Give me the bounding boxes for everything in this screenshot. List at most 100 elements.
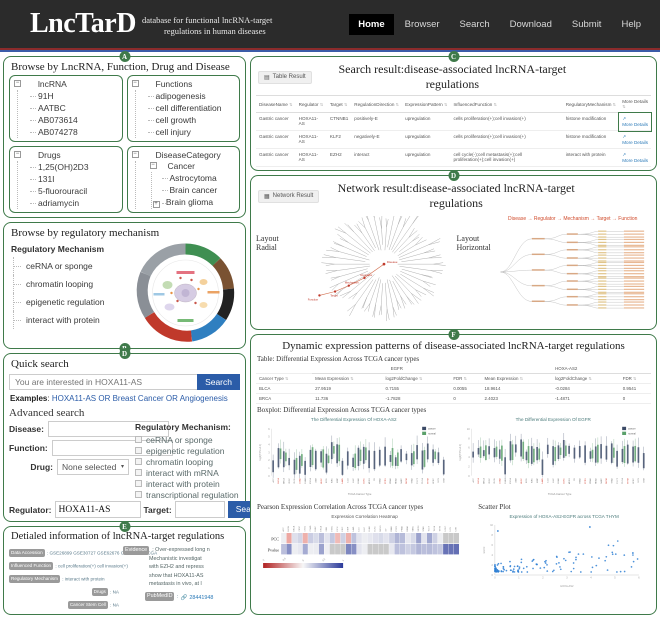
more-details-cell[interactable]: ↗ More Details xyxy=(619,149,651,167)
tree-root-functions[interactable]: − Functions xyxy=(132,79,236,89)
col-hox-fdr[interactable]: FDR ⇅ xyxy=(620,374,651,384)
sort-icon[interactable]: ⇅ xyxy=(285,376,289,381)
mechanism-checkbox-protein[interactable]: interact with protein xyxy=(135,478,240,489)
tree-item[interactable]: Brain cancer xyxy=(162,184,236,196)
tree-root-lncrna[interactable]: − lncRNA xyxy=(14,79,118,89)
tree-item-expandable[interactable]: + Brain glioma xyxy=(162,196,236,209)
tree-item[interactable]: 131I xyxy=(30,173,118,185)
sort-icon[interactable]: ⇅ xyxy=(350,376,354,381)
boxplot-hoxaas2[interactable]: The Differential Expression Of HOXA-AS2 … xyxy=(256,415,452,501)
regulator-input[interactable] xyxy=(55,501,141,518)
scatter-svg[interactable]: 02468100123456EGFRHOXA-AS2 xyxy=(477,519,651,591)
more-details-cell[interactable]: ↗ More Details xyxy=(619,113,651,131)
nav-item-submit[interactable]: Submit xyxy=(563,14,611,35)
tree-root-disease-category[interactable]: − DiseaseCategory xyxy=(132,150,236,160)
tree-item[interactable]: adriamycin xyxy=(30,197,118,209)
quick-search-input[interactable] xyxy=(9,374,197,390)
collapse-icon[interactable]: − xyxy=(14,151,21,158)
tree-drugs[interactable]: − Drugs 1,25(OH)2D3 131I 5-fluorouracil … xyxy=(9,146,123,213)
col-egfr-fdr[interactable]: FDR ⇅ xyxy=(450,374,481,384)
tree-item[interactable]: adipogenesis xyxy=(148,90,236,102)
pubmed-link[interactable]: 28441948 xyxy=(189,595,213,601)
mechanism-item-cerna[interactable]: ceRNA or sponge xyxy=(13,257,127,275)
tree-item[interactable]: cell injury xyxy=(148,126,236,138)
expand-icon[interactable]: + xyxy=(153,201,160,208)
col-expression[interactable]: ExpressionPattern ⇅ xyxy=(402,96,450,113)
col-egfr-mean[interactable]: Mean Expression ⇅ xyxy=(312,374,382,384)
collapse-icon[interactable]: − xyxy=(132,80,139,87)
col-hox-lfc[interactable]: log2FoldChange ⇅ xyxy=(552,374,620,384)
tree-item[interactable]: AB073614 xyxy=(30,114,118,126)
tree-lncrna[interactable]: − lncRNA 91H AATBC AB073614 AB074278 xyxy=(9,75,123,142)
mechanism-checkbox-cerna[interactable]: ceRNA or sponge xyxy=(135,434,240,445)
col-hox-mean[interactable]: Mean Expression ⇅ xyxy=(482,374,552,384)
more-details-link[interactable]: More Details xyxy=(622,122,648,127)
table-row[interactable]: Gastric cancer HOXA11-AS EZH2 interact u… xyxy=(256,149,651,167)
sort-icon[interactable]: ⇅ xyxy=(320,102,324,107)
tree-item[interactable]: 5-fluorouracil xyxy=(30,185,118,197)
sort-icon[interactable]: ⇅ xyxy=(588,376,592,381)
nav-item-browser[interactable]: Browser xyxy=(396,14,449,35)
checkbox-icon[interactable] xyxy=(135,447,142,454)
col-target[interactable]: Target ⇅ xyxy=(327,96,351,113)
nav-item-help[interactable]: Help xyxy=(612,14,650,35)
boxplot-egfr[interactable]: The Differential Expression Of EGFR 0246… xyxy=(456,415,652,501)
tree-item[interactable]: 1,25(OH)2D3 xyxy=(30,161,118,173)
checkbox-icon[interactable] xyxy=(135,480,142,487)
nav-item-search[interactable]: Search xyxy=(451,14,499,35)
col-function[interactable]: InfluencedFunction ⇅ xyxy=(451,96,563,113)
collapse-icon[interactable]: − xyxy=(14,80,21,87)
mechanism-checkbox-epigenetic[interactable]: epigenetic regulation xyxy=(135,445,240,456)
sort-icon[interactable]: ⇅ xyxy=(613,102,617,107)
mechanism-item-chromatin[interactable]: chromatin looping xyxy=(13,275,127,293)
sort-icon[interactable]: ⇅ xyxy=(520,376,524,381)
horizontal-figure[interactable]: Disease → Regulator → Mechanism → Target… xyxy=(495,216,652,326)
collapse-icon[interactable]: − xyxy=(132,151,139,158)
tree-item[interactable]: cell differentiation xyxy=(148,102,236,114)
sort-icon[interactable]: ⇅ xyxy=(444,102,448,107)
tree-item[interactable]: AB074278 xyxy=(30,126,118,138)
tree-item[interactable]: cell growth xyxy=(148,114,236,126)
heatmap-svg[interactable]: ACCBLCABRCACESCCHOLCOADDLBCESCAGBMHNSCKI… xyxy=(256,519,473,591)
col-direction[interactable]: RegulationDirection ⇅ xyxy=(351,96,402,113)
sort-icon[interactable]: ⇅ xyxy=(396,102,400,107)
mechanism-item-protein[interactable]: interact with protein xyxy=(13,311,127,329)
sort-icon[interactable]: ⇅ xyxy=(464,376,468,381)
sort-icon[interactable]: ⇅ xyxy=(289,102,293,107)
collapse-icon[interactable]: − xyxy=(150,162,157,169)
table-row[interactable]: BLCA 27.9519 0.7155 0.0055 18.9614 -0.02… xyxy=(256,384,651,394)
col-disease-name[interactable]: DiseaseName ⇅ xyxy=(256,96,296,113)
sort-icon[interactable]: ⇅ xyxy=(494,102,498,107)
tree-item[interactable]: Astrocytoma xyxy=(162,172,236,184)
examples-value[interactable]: HOXA11-AS OR Breast Cancer OR Angiogenes… xyxy=(52,394,228,403)
mechanism-checkbox-transcriptional[interactable]: transcriptional regulation xyxy=(135,489,240,500)
more-details-link[interactable]: More Details xyxy=(622,158,648,163)
col-more-details[interactable]: More Details ⇅ xyxy=(619,96,651,113)
target-input[interactable] xyxy=(175,501,225,518)
mechanism-checkbox-chromatin[interactable]: chromatin looping xyxy=(135,456,240,467)
tree-node-cancer[interactable]: − Cancer xyxy=(148,161,236,171)
checkbox-icon[interactable] xyxy=(135,469,142,476)
radial-figure[interactable]: Disease Regulator Mechanism Target Funct… xyxy=(294,216,451,326)
checkbox-icon[interactable] xyxy=(135,458,142,465)
nav-item-download[interactable]: Download xyxy=(501,14,561,35)
sort-icon[interactable]: ⇅ xyxy=(419,376,423,381)
drug-select[interactable]: None selected ▾ xyxy=(57,459,129,475)
sort-icon[interactable]: ⇅ xyxy=(622,104,626,109)
more-details-cell[interactable]: ↗ More Details xyxy=(619,131,651,149)
tree-item[interactable]: 91H xyxy=(30,90,118,102)
col-regulator[interactable]: Regulator ⇅ xyxy=(296,96,327,113)
col-mechanism[interactable]: RegulatoryMechanism ⇅ xyxy=(563,96,620,113)
table-row[interactable]: Gastric cancer HOXA11-AS CTNNB1 positive… xyxy=(256,113,651,131)
tree-disease-category[interactable]: − DiseaseCategory − Cancer Astrocytoma B… xyxy=(127,146,241,213)
tree-item[interactable]: AATBC xyxy=(30,102,118,114)
col-egfr-lfc[interactable]: log2FoldChange ⇅ xyxy=(383,374,451,384)
checkbox-icon[interactable] xyxy=(135,491,142,498)
col-cancer-type[interactable]: Cancer Type ⇅ xyxy=(256,374,312,384)
mechanism-item-epigenetic[interactable]: epigenetic regulation xyxy=(13,293,127,311)
table-row[interactable]: BRCA 11.736 -1.7828 0 2.4023 -1.4871 0 xyxy=(256,394,651,404)
tree-functions[interactable]: − Functions adipogenesis cell differenti… xyxy=(127,75,241,142)
tree-root-drugs[interactable]: − Drugs xyxy=(14,150,118,160)
quick-search-button[interactable]: Search xyxy=(197,374,240,390)
sort-icon[interactable]: ⇅ xyxy=(633,376,637,381)
